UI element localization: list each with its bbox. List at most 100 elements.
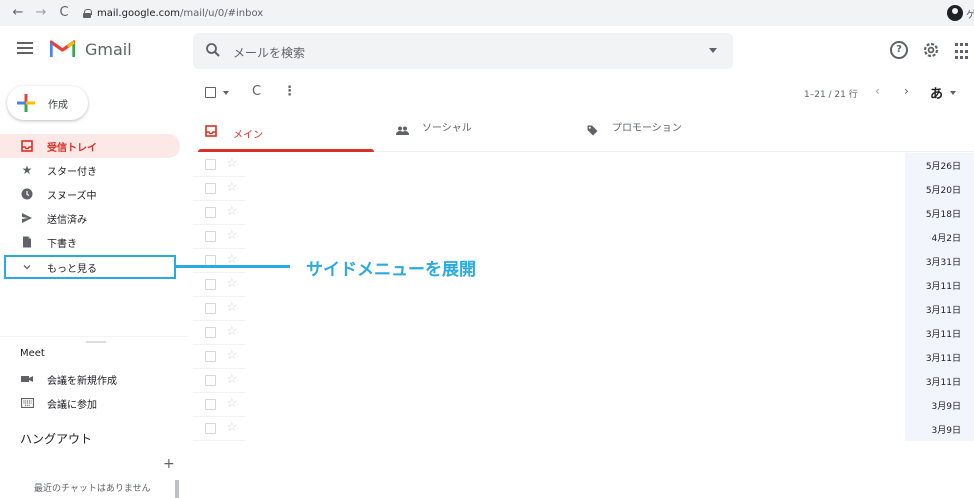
chat-scrollbar[interactable]	[175, 480, 179, 498]
previous-page-icon[interactable]: ‹	[875, 84, 880, 98]
sidebar-item-new-meeting[interactable]: 会議を新規作成	[0, 367, 180, 391]
forward-icon[interactable]: →	[31, 5, 51, 20]
tab-label: メイン	[233, 130, 263, 141]
star-toggle-icon[interactable]: ☆	[226, 180, 238, 195]
star-toggle-icon[interactable]: ☆	[226, 300, 238, 315]
star-toggle-icon[interactable]: ☆	[226, 228, 238, 243]
email-row-content	[245, 417, 905, 441]
email-row[interactable]: ☆ 3月11日	[193, 345, 974, 369]
sidebar-item-join-meeting[interactable]: 会議に参加	[0, 391, 180, 415]
search-input[interactable]: メールを検索	[233, 44, 305, 61]
search-options-icon[interactable]	[709, 48, 717, 53]
add-chat-icon[interactable]: +	[163, 456, 175, 472]
back-icon[interactable]: ←	[8, 5, 28, 20]
star-toggle-icon[interactable]: ☆	[226, 204, 238, 219]
email-date: 5月20日	[925, 186, 961, 196]
email-row-content	[245, 393, 905, 417]
sidebar-item-inbox[interactable]: 受信トレイ	[0, 134, 180, 158]
email-checkbox[interactable]	[205, 231, 216, 242]
annotation-label: サイドメニューを展開	[306, 260, 476, 280]
email-row-content	[245, 201, 905, 225]
email-row[interactable]: ☆ 5月20日	[193, 177, 974, 201]
email-checkbox[interactable]	[205, 423, 216, 434]
email-checkbox[interactable]	[205, 351, 216, 362]
email-checkbox[interactable]	[205, 399, 216, 410]
email-row[interactable]: ☆ 3月9日	[193, 417, 974, 441]
email-row[interactable]: ☆ 3月11日	[193, 321, 974, 345]
email-date: 3月31日	[925, 258, 961, 268]
compose-button[interactable]: 作成	[7, 86, 88, 120]
search-bar[interactable]: メールを検索	[193, 33, 733, 69]
email-checkbox[interactable]	[205, 159, 216, 170]
email-date: 3月11日	[925, 282, 961, 292]
email-checkbox[interactable]	[205, 303, 216, 314]
email-row-content	[245, 225, 905, 249]
email-checkbox[interactable]	[205, 327, 216, 338]
tab-primary[interactable]: メイン	[198, 110, 374, 152]
refresh-icon[interactable]: C	[252, 84, 261, 99]
inbox-icon	[20, 139, 34, 153]
sidebar-item-label: 送信済み	[47, 214, 87, 226]
input-tools-options-icon[interactable]	[950, 91, 956, 95]
email-row[interactable]: ☆ 3月11日	[193, 369, 974, 393]
email-row[interactable]: ☆ 4月2日	[193, 225, 974, 249]
send-icon	[20, 211, 34, 225]
select-all-checkbox[interactable]	[205, 87, 216, 98]
email-date: 5月18日	[925, 210, 961, 220]
resize-handle[interactable]	[86, 341, 106, 343]
search-icon[interactable]	[205, 42, 221, 58]
help-icon[interactable]: ?	[890, 41, 908, 59]
email-row-content	[245, 297, 905, 321]
reload-icon[interactable]: C	[54, 5, 74, 20]
star-toggle-icon[interactable]: ☆	[226, 156, 238, 171]
next-page-icon[interactable]: ›	[904, 84, 909, 98]
sidebar-item-label: スヌーズ中	[47, 190, 97, 202]
sidebar-item-snoozed[interactable]: スヌーズ中	[0, 182, 180, 206]
app-name: Gmail	[85, 40, 132, 59]
sidebar-item-sent[interactable]: 送信済み	[0, 206, 180, 230]
url-path: /mail/u/0/#inbox	[180, 7, 264, 19]
email-date: 3月9日	[931, 402, 961, 412]
star-toggle-icon[interactable]: ☆	[226, 324, 238, 339]
sidebar-item-label: スター付き	[47, 166, 97, 178]
browser-toolbar: ← → C mail.google.com/mail/u/0/#inbox ゲ	[0, 0, 974, 26]
email-checkbox[interactable]	[205, 279, 216, 290]
star-toggle-icon[interactable]: ☆	[226, 348, 238, 363]
email-row[interactable]: ☆ 5月18日	[193, 201, 974, 225]
tab-social[interactable]: ソーシャル	[392, 110, 568, 152]
gear-icon[interactable]	[922, 41, 940, 59]
plus-icon	[17, 94, 35, 112]
email-date: 3月11日	[925, 306, 961, 316]
star-toggle-icon[interactable]: ☆	[226, 372, 238, 387]
meet-section-title: Meet	[20, 348, 45, 359]
star-icon: ★	[21, 163, 33, 177]
input-tools-button[interactable]: あ	[930, 83, 943, 102]
sidebar-item-drafts[interactable]: 下書き	[0, 230, 180, 254]
email-row-content	[245, 321, 905, 345]
email-date: 3月11日	[925, 330, 961, 340]
sidebar-item-starred[interactable]: ★ スター付き	[0, 158, 180, 182]
select-options-icon[interactable]	[223, 91, 229, 95]
apps-grid-icon[interactable]	[955, 43, 968, 61]
email-row-content	[245, 369, 905, 393]
address-bar[interactable]: mail.google.com/mail/u/0/#inbox	[83, 3, 931, 23]
main-menu-icon[interactable]	[17, 42, 33, 54]
star-toggle-icon[interactable]: ☆	[226, 276, 238, 291]
email-checkbox[interactable]	[205, 207, 216, 218]
email-checkbox[interactable]	[205, 183, 216, 194]
profile-name: ゲ	[966, 10, 974, 21]
tag-icon	[587, 125, 598, 136]
star-toggle-icon[interactable]: ☆	[226, 420, 238, 435]
email-date: 3月9日	[931, 426, 961, 436]
email-date: 3月11日	[925, 354, 961, 364]
email-row[interactable]: ☆ 3月9日	[193, 393, 974, 417]
people-icon	[396, 126, 409, 135]
tab-promotions[interactable]: プロモーション	[582, 110, 758, 152]
sidebar-item-label: 受信トレイ	[47, 142, 97, 154]
more-actions-icon[interactable]: ⋮	[283, 84, 296, 99]
email-row[interactable]: ☆ 3月11日	[193, 297, 974, 321]
star-toggle-icon[interactable]: ☆	[226, 396, 238, 411]
profile-avatar-icon[interactable]	[947, 5, 963, 21]
email-checkbox[interactable]	[205, 375, 216, 386]
email-row[interactable]: ☆ 5月26日	[193, 153, 974, 177]
